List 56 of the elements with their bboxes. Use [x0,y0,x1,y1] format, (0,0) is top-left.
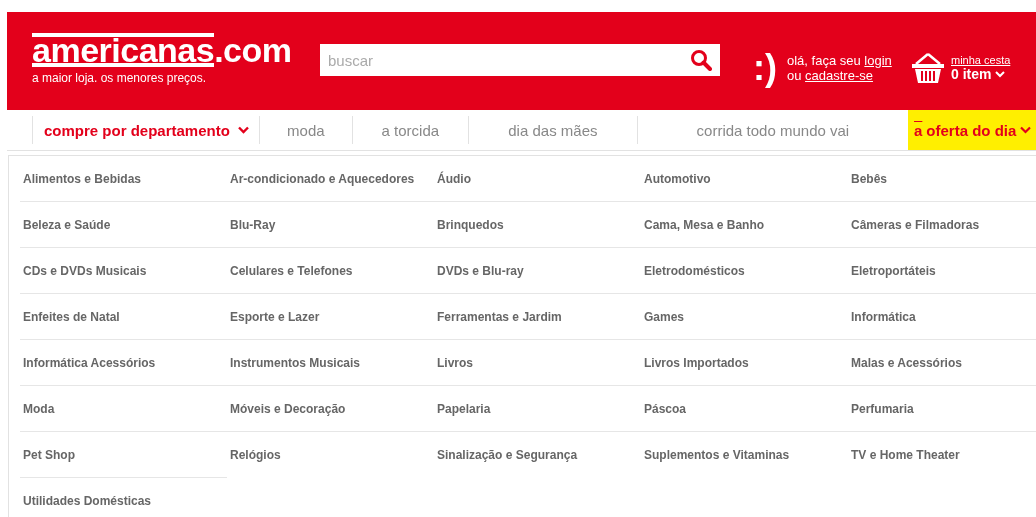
department-link[interactable]: Livros Importados [641,339,848,385]
department-link[interactable]: Perfumaria [848,385,1036,431]
tagline: a maior loja. os menores preços. [32,71,208,85]
department-link[interactable]: Câmeras e Filmadoras [848,201,1036,247]
basket-icon[interactable] [911,52,945,84]
department-link[interactable]: Livros [434,339,641,385]
nav-link[interactable]: corrida todo mundo vai [636,116,908,144]
department-link[interactable]: Automotivo [641,156,848,201]
department-link[interactable]: Moda [20,385,227,431]
signup-link[interactable]: cadastre-se [805,68,873,83]
department-link[interactable]: Ferramentas e Jardim [434,293,641,339]
department-link[interactable]: Páscoa [641,385,848,431]
cart-count[interactable]: 0 item [951,66,1011,82]
cart-link[interactable]: minha cesta [951,54,1011,66]
department-link[interactable]: Malas e Acessórios [848,339,1036,385]
department-link[interactable]: Papelaria [434,385,641,431]
department-link[interactable]: CDs e DVDs Musicais [20,247,227,293]
nav-link[interactable]: moda [258,116,352,144]
department-link[interactable]: Games [641,293,848,339]
department-link[interactable]: Informática [848,293,1036,339]
greeting-text: olá, faça seu [787,53,862,68]
caret-icon [1020,126,1032,134]
department-link[interactable]: Bebês [848,156,1036,201]
department-link[interactable]: Blu-Ray [227,201,434,247]
department-link[interactable]: Eletroportáteis [848,247,1036,293]
or-text: ou [787,68,803,83]
department-link[interactable]: Ar-condicionado e Aquecedores [227,156,434,201]
department-link[interactable]: Informática Acessórios [20,339,227,385]
department-link[interactable]: Enfeites de Natal [20,293,227,339]
department-link[interactable]: Áudio [434,156,641,201]
department-link[interactable]: DVDs e Blu-ray [434,247,641,293]
department-link[interactable]: TV e Home Theater [848,431,1036,477]
search-icon[interactable] [690,49,712,71]
department-link[interactable]: Sinalização e Segurança [434,431,641,477]
login-link[interactable]: login [864,53,892,68]
department-link[interactable]: Móveis e Decoração [227,385,434,431]
department-link[interactable]: Eletrodomésticos [641,247,848,293]
department-link[interactable]: Celulares e Telefones [227,247,434,293]
department-link[interactable]: Beleza e Saúde [20,201,227,247]
caret-icon [237,126,249,134]
department-link[interactable]: Cama, Mesa e Banho [641,201,848,247]
offer-of-day-button[interactable]: a oferta do dia [908,110,1036,150]
department-link[interactable]: Relógios [227,431,434,477]
department-menu-button[interactable]: compre por departamento [32,116,259,144]
logo-text[interactable]: americanas.com [32,33,320,67]
department-link[interactable]: Brinquedos [434,201,641,247]
department-link[interactable]: Suplementos e Vitaminas [641,431,848,477]
nav-link[interactable]: a torcida [351,116,468,144]
department-link[interactable]: Pet Shop [20,431,227,477]
department-link[interactable]: Instrumentos Musicais [227,339,434,385]
nav-link[interactable]: dia das mães [467,116,637,144]
smiley-icon: :) [753,50,777,86]
department-link[interactable]: Utilidades Domésticas [20,477,227,517]
caret-icon [995,70,1006,78]
department-link[interactable]: Esporte e Lazer [227,293,434,339]
department-link[interactable]: Alimentos e Bebidas [20,156,227,201]
